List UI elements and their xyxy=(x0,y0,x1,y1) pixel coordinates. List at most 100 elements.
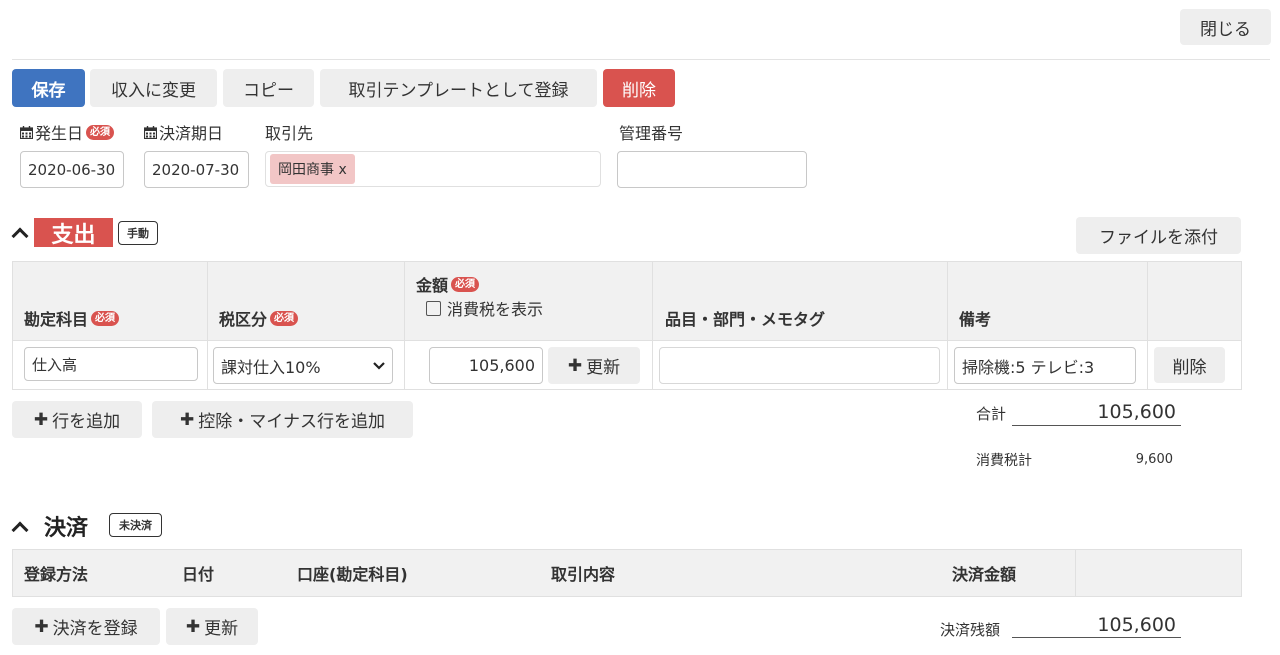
partner-input[interactable]: 岡田商事 x xyxy=(265,151,601,187)
register-template-label: 取引テンプレートとして登録 xyxy=(348,80,569,101)
partner-tag[interactable]: 岡田商事 x xyxy=(270,154,355,184)
settlement-title: 決済 xyxy=(44,516,89,541)
plus-icon: ✚ xyxy=(34,616,49,637)
total-value: 105,600 xyxy=(1097,401,1176,423)
account-input[interactable]: 仕入高 xyxy=(24,347,198,381)
method-column-label: 登録方法 xyxy=(24,565,89,584)
date-label-text: 発生日 xyxy=(35,124,84,143)
save-button[interactable]: 保存 xyxy=(12,69,85,107)
method-column-header: 登録方法 xyxy=(24,562,88,584)
copy-button[interactable]: コピー xyxy=(223,69,314,107)
change-to-income-label: 収入に変更 xyxy=(111,80,196,101)
add-minus-row-button[interactable]: ✚ 控除・マイナス行を追加 xyxy=(152,401,413,438)
collapse-settlement-icon[interactable] xyxy=(11,521,29,540)
date-column-label: 日付 xyxy=(182,565,215,584)
required-badge: 必須 xyxy=(451,276,480,292)
tax-total-label: 消費税計 xyxy=(976,449,1032,471)
settlement-account-column-label: 口座(勘定科目) xyxy=(297,565,408,584)
tax-select-value: 課対仕入10% xyxy=(221,357,321,377)
item-tag-input[interactable] xyxy=(659,347,940,384)
amount-value: 105,600 xyxy=(468,356,535,375)
date-column-header: 日付 xyxy=(182,562,214,584)
content-column-label: 取引内容 xyxy=(551,565,616,584)
item-column-label: 品目・部門・メモタグ xyxy=(665,310,826,329)
calendar-icon xyxy=(144,125,157,139)
balance-value: 105,600 xyxy=(1097,614,1176,636)
note-value: 掃除機:5 テレビ:3 xyxy=(962,357,1095,377)
total-label-text: 合計 xyxy=(976,404,1007,423)
amount-column-label: 金額 xyxy=(416,276,449,295)
change-to-income-button[interactable]: 収入に変更 xyxy=(90,69,217,107)
tax-column-label: 税区分 xyxy=(219,310,268,329)
note-column-label: 備考 xyxy=(959,310,992,329)
delete-button[interactable]: 削除 xyxy=(603,69,675,107)
col-divider xyxy=(207,261,208,390)
col-divider xyxy=(1147,261,1148,390)
note-input[interactable]: 掃除機:5 テレビ:3 xyxy=(954,347,1136,384)
unsettled-badge: 未決済 xyxy=(109,513,162,537)
show-tax-option[interactable]: 消費税を表示 xyxy=(426,297,543,319)
collapse-expense-icon[interactable] xyxy=(11,227,29,246)
close-button[interactable]: 閉じる xyxy=(1180,9,1271,45)
delete-button-label: 削除 xyxy=(622,80,656,101)
row-delete-label: 削除 xyxy=(1172,357,1207,378)
attach-file-button[interactable]: ファイルを添付 xyxy=(1076,217,1241,254)
account-column-header: 口座(勘定科目) xyxy=(297,562,408,584)
due-date-label: 決済期日 xyxy=(144,121,223,143)
balance-underline xyxy=(1012,637,1181,638)
date-value: 2020-06-30 xyxy=(28,160,116,179)
plus-icon: ✚ xyxy=(185,616,201,637)
col-divider xyxy=(1075,549,1076,597)
attach-file-label: ファイルを添付 xyxy=(1099,228,1218,248)
date-input[interactable]: 2020-06-30 xyxy=(20,151,124,188)
register-template-button[interactable]: 取引テンプレートとして登録 xyxy=(320,69,597,107)
due-date-input[interactable]: 2020-07-30 xyxy=(144,151,249,188)
account-column-header: 勘定科目 必須 xyxy=(24,307,120,329)
add-minus-row-label: 控除・マイナス行を追加 xyxy=(198,412,385,432)
required-badge: 必須 xyxy=(86,124,115,140)
settlement-amount-column-label: 決済金額 xyxy=(952,565,1017,584)
management-number-label: 管理番号 xyxy=(619,121,683,143)
tax-column-header: 税区分 必須 xyxy=(219,307,299,329)
content-column-header: 取引内容 xyxy=(551,562,615,584)
unsettled-badge-text: 未決済 xyxy=(119,519,152,532)
register-settlement-label: 決済を登録 xyxy=(52,619,138,639)
management-number-label-text: 管理番号 xyxy=(619,124,684,143)
row-delete-button[interactable]: 削除 xyxy=(1154,347,1225,383)
calendar-icon xyxy=(20,125,33,139)
balance-label-text: 決済残額 xyxy=(940,620,1001,639)
total-label: 合計 xyxy=(976,402,1006,424)
settlement-amount-column-header: 決済金額 xyxy=(952,562,1016,584)
partner-label-text: 取引先 xyxy=(265,124,314,143)
management-number-input[interactable] xyxy=(617,151,807,188)
amount-input[interactable]: 105,600 xyxy=(429,347,543,384)
expense-title-text: 支出 xyxy=(51,222,96,248)
header-divider xyxy=(12,59,1270,60)
tax-select[interactable]: 課対仕入10% xyxy=(213,347,393,384)
col-divider xyxy=(652,261,653,390)
show-tax-checkbox[interactable] xyxy=(426,300,441,316)
account-value: 仕入高 xyxy=(32,355,78,374)
required-badge: 必須 xyxy=(91,310,120,326)
register-settlement-button[interactable]: ✚ 決済を登録 xyxy=(12,608,160,645)
settlement-update-button[interactable]: ✚ 更新 xyxy=(166,608,258,645)
account-column-label: 勘定科目 xyxy=(24,310,89,329)
save-button-label: 保存 xyxy=(31,80,66,101)
expense-title: 支出 xyxy=(34,218,113,248)
plus-icon: ✚ xyxy=(33,409,49,430)
expense-table-header xyxy=(12,261,1242,341)
copy-button-label: コピー xyxy=(243,80,294,101)
show-tax-label: 消費税を表示 xyxy=(447,300,544,319)
close-button-label: 閉じる xyxy=(1200,19,1251,40)
item-column-header: 品目・部門・メモタグ xyxy=(665,307,825,329)
required-badge: 必須 xyxy=(270,310,299,326)
chevron-down-icon xyxy=(373,361,385,370)
amount-column-header: 金額 必須 xyxy=(416,273,480,295)
manual-badge-text: 手動 xyxy=(127,227,149,240)
col-divider xyxy=(947,261,948,390)
due-date-value: 2020-07-30 xyxy=(152,160,240,179)
tax-total-value: 9,600 xyxy=(1135,452,1173,467)
add-row-button[interactable]: ✚ 行を追加 xyxy=(12,401,142,438)
due-date-label-text: 決済期日 xyxy=(159,124,224,143)
amount-update-button[interactable]: ✚ 更新 xyxy=(548,347,640,384)
